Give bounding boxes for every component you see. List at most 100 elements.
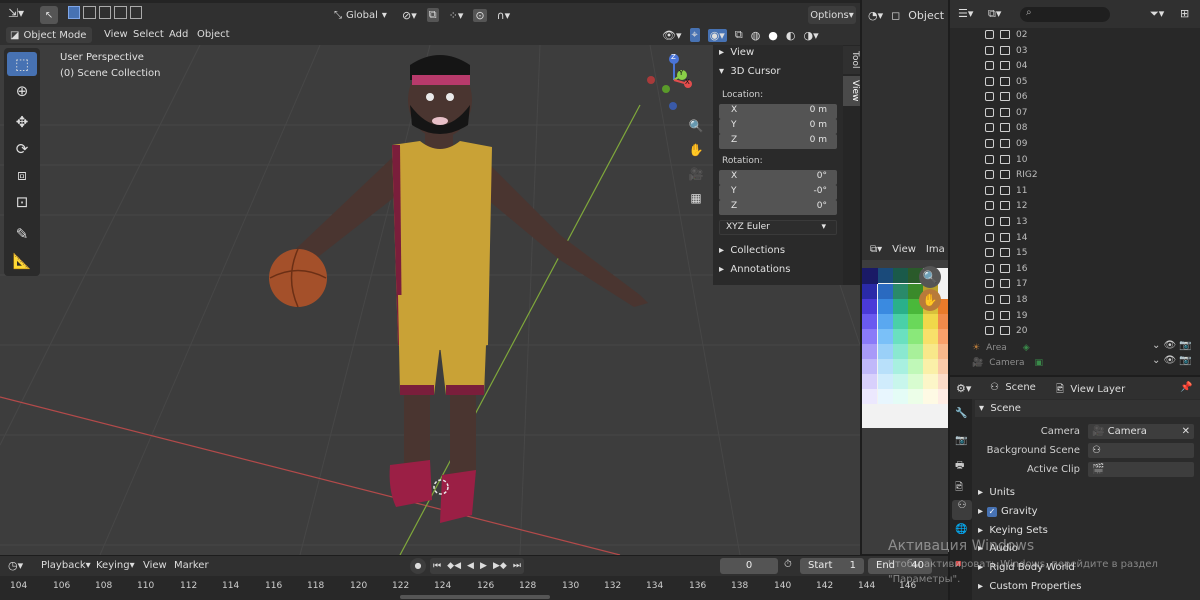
checkbox[interactable] [985,326,994,335]
section-view[interactable]: ▸ View [719,47,754,63]
select-tool-button[interactable]: ↖ [40,6,58,24]
area-visibility-icons[interactable]: ⌄ 👁 📷 [1152,340,1192,351]
current-frame-field[interactable]: 0 [720,558,778,574]
playback-controls[interactable]: ⏮ ◆◀ ◀ ▶ ▶◆ ⏭ [430,558,524,574]
list-item[interactable]: 05 [985,74,1027,89]
view-layer-tab-icon[interactable]: 🖻 [955,480,963,497]
cursor-location-z[interactable]: Z0 m [719,134,837,149]
filter-icon[interactable]: ⏷▾ [1150,7,1164,21]
image-pan-icon[interactable]: ✋ [919,289,941,311]
falloff-icon[interactable]: ∩▾ [497,9,511,22]
camera-view-icon[interactable]: 🎥 [685,163,707,185]
ortho-grid-icon[interactable]: ▦ [685,187,707,209]
checkbox[interactable] [985,279,994,288]
keying-sets-section[interactable]: ▸ Keying Sets [978,525,1048,536]
list-item[interactable]: 15 [985,245,1027,260]
checkbox[interactable] [985,92,994,101]
list-item[interactable]: 02 [985,27,1027,42]
list-item[interactable]: 11 [985,183,1027,198]
tab-tool[interactable]: Tool [843,46,860,74]
active-clip-field[interactable]: 🎬 [1088,462,1194,477]
transform-orientation-dropdown[interactable]: ⤡ Global ▾ [334,6,396,24]
outliner-object-area[interactable]: ☀ Area ◈ [972,340,1030,355]
list-item[interactable]: 10 [985,152,1027,167]
timeline-scrollbar[interactable] [400,595,550,599]
checkbox[interactable] [985,123,994,132]
checkbox[interactable] [985,233,994,242]
image-editor-view-menu[interactable]: View [892,244,916,255]
checkbox[interactable] [985,108,994,117]
units-section[interactable]: ▸ Units [978,487,1015,498]
checkbox[interactable] [985,217,994,226]
menu-playback[interactable]: Playback▾ [41,560,91,571]
jump-start-icon[interactable]: ⏮ [433,561,441,571]
list-item[interactable]: 17 [985,276,1027,291]
image-zoom-icon[interactable]: 🔍 [919,266,941,288]
snap-target-icon[interactable]: ⁘▾ [449,9,464,22]
menu-marker[interactable]: Marker [174,560,209,571]
list-item[interactable]: 06 [985,89,1027,104]
world-tab-icon[interactable]: 🌐 [955,524,967,535]
scale-tool[interactable]: ⧈ [7,163,37,187]
list-item[interactable]: 08 [985,120,1027,135]
pivot-snap-icons[interactable]: ⊘▾ ⧉ ⁘▾ ⊙ ∩▾ [402,6,512,24]
camera-visibility-icons[interactable]: ⌄ 👁 📷 [1152,355,1192,366]
tab-view[interactable]: View [843,76,860,106]
output-tab-icon[interactable]: 🖶 [955,458,964,475]
navigation-gizmo[interactable]: Z Y X [646,50,706,114]
list-item[interactable]: RIG2 [985,167,1038,182]
checkbox[interactable] [985,186,994,195]
menu-keying[interactable]: Keying▾ [96,560,135,571]
menu-add[interactable]: Add [169,27,188,43]
section-collections[interactable]: ▸ Collections [719,245,785,261]
camera-field[interactable]: 🎥 Camera ✕ [1088,424,1194,439]
checkbox[interactable] [985,248,994,257]
menu-timeline-view[interactable]: View [143,560,167,571]
pivot-object-dropdown[interactable]: ◔▾ ◻ Object [868,6,948,24]
checkbox[interactable] [985,77,994,86]
checkbox[interactable] [985,155,994,164]
rotation-mode-dropdown[interactable]: XYZ Euler ▾ [719,220,837,235]
list-item[interactable]: 12 [985,198,1027,213]
next-key-icon[interactable]: ▶◆ [493,561,507,571]
menu-view[interactable]: View [104,27,128,43]
move-tool[interactable]: ✥ [7,110,37,134]
list-item[interactable]: 07 [985,105,1027,120]
pin-icon[interactable]: 📌 [1180,382,1192,393]
options-dropdown[interactable]: Options ▾ [808,6,856,24]
measure-tool[interactable]: 📐 [7,249,37,273]
checkbox[interactable] [985,264,994,273]
annotate-tool[interactable]: ✎ [7,222,37,246]
record-button[interactable]: ● [410,558,426,574]
play-reverse-icon[interactable]: ◀ [467,561,474,571]
list-item[interactable]: 16 [985,261,1027,276]
zoom-icon[interactable]: 🔍 [685,115,707,137]
checkbox[interactable] [985,295,994,304]
checkbox[interactable] [985,46,994,55]
list-item[interactable]: 20 [985,323,1027,338]
section-3d-cursor[interactable]: ▾ 3D Cursor [719,66,781,82]
image-editor-image-menu[interactable]: Ima [926,244,945,255]
menu-select[interactable]: Select [133,27,164,43]
shading-rendered-icon[interactable]: ◑▾ [804,29,819,42]
cursor-rotation-x[interactable]: X 0° [719,170,837,185]
list-item[interactable]: 09 [985,136,1027,151]
transform-tool[interactable]: ⊡ [7,190,37,214]
list-item[interactable]: 19 [985,308,1027,323]
preview-range-icon[interactable]: ⏱ [784,559,792,570]
shading-wireframe-icon[interactable]: ◍ [751,29,761,42]
checkbox[interactable] [985,61,994,70]
checkbox[interactable] [985,139,994,148]
image-editor-type-icon[interactable]: ⧉▾ [870,244,882,255]
visibility-icon[interactable]: 👁▾ [662,29,682,42]
list-item[interactable]: 14 [985,230,1027,245]
rotate-tool[interactable]: ⟳ [7,137,37,161]
cursor-location-x[interactable]: X0 m [719,104,837,119]
shading-solid-icon[interactable]: ● [768,29,778,42]
cursor-rotation-z[interactable]: Z 0° [719,200,837,215]
jump-end-icon[interactable]: ⏭ [513,561,521,571]
outliner-object-camera[interactable]: 🎥 Camera ▣ [972,355,1043,370]
list-item[interactable]: 03 [985,43,1027,58]
section-annotations[interactable]: ▸ Annotations [719,264,790,280]
background-scene-field[interactable]: ⚇ [1088,443,1194,458]
